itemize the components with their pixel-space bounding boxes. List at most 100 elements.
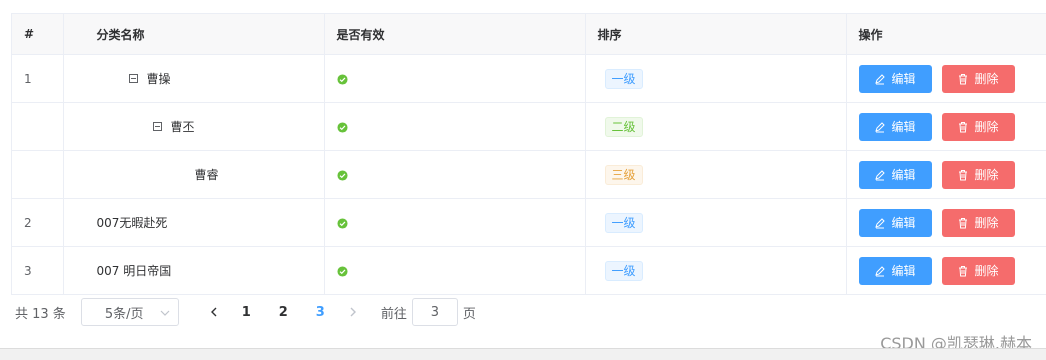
header-valid: 是否有效 bbox=[324, 14, 586, 55]
check-circle-icon bbox=[336, 169, 348, 181]
delete-button-label: 删除 bbox=[974, 168, 999, 182]
category-name-cell: 曹睿 bbox=[63, 150, 325, 199]
valid-cell bbox=[324, 150, 586, 199]
sort-cell: 一级 bbox=[585, 246, 847, 295]
page-size-value: 5条/页 bbox=[104, 306, 144, 322]
trash-icon bbox=[959, 73, 968, 84]
edit-icon bbox=[875, 73, 886, 84]
collapse-toggle-icon[interactable] bbox=[152, 122, 162, 131]
chevron-left-icon bbox=[210, 307, 217, 317]
level-tag: 一级 bbox=[604, 68, 643, 89]
edit-button-label: 编辑 bbox=[891, 168, 916, 182]
table-row: 2 007无暇赴死 一级 编辑 删除 bbox=[12, 198, 1046, 247]
goto-suffix: 页 bbox=[462, 306, 476, 322]
row-index: 1 bbox=[12, 54, 64, 103]
table-row: 曹丕 二级 编辑 删除 bbox=[12, 102, 1046, 151]
edit-button-label: 编辑 bbox=[891, 120, 916, 134]
row-index: 2 bbox=[12, 198, 64, 247]
delete-button-label: 删除 bbox=[974, 72, 999, 86]
delete-button-label: 删除 bbox=[974, 216, 999, 230]
horizontal-scrollbar[interactable] bbox=[0, 348, 1046, 360]
chevron-right-icon bbox=[350, 307, 356, 317]
edit-button[interactable]: 编辑 bbox=[858, 64, 932, 93]
delete-button[interactable]: 删除 bbox=[941, 160, 1015, 189]
page-jumper: 前往 页 bbox=[381, 298, 476, 326]
category-name: 007无暇赴死 bbox=[96, 216, 168, 230]
goto-prefix: 前往 bbox=[380, 306, 407, 322]
delete-button[interactable]: 删除 bbox=[941, 64, 1015, 93]
actions-cell: 编辑 删除 bbox=[846, 102, 1046, 151]
goto-page-input[interactable] bbox=[411, 298, 458, 326]
table-row: 1 曹操 一级 编辑 删除 bbox=[12, 54, 1046, 103]
valid-cell bbox=[324, 54, 586, 103]
check-circle-icon bbox=[336, 121, 348, 133]
edit-button[interactable]: 编辑 bbox=[858, 160, 932, 189]
trash-icon bbox=[959, 217, 968, 228]
sort-cell: 二级 bbox=[585, 102, 847, 151]
edit-button[interactable]: 编辑 bbox=[858, 208, 932, 237]
check-circle-icon bbox=[336, 73, 348, 85]
page-number-2[interactable]: 2 bbox=[265, 298, 302, 326]
header-actions: 操作 bbox=[846, 14, 1046, 55]
actions-cell: 编辑 删除 bbox=[846, 150, 1046, 199]
table-row: 曹睿 三级 编辑 删除 bbox=[12, 150, 1046, 199]
edit-button[interactable]: 编辑 bbox=[858, 256, 932, 285]
delete-button-label: 删除 bbox=[974, 264, 999, 278]
edit-button[interactable]: 编辑 bbox=[858, 112, 932, 141]
delete-button[interactable]: 删除 bbox=[941, 256, 1015, 285]
level-tag: 一级 bbox=[604, 212, 643, 233]
delete-button-label: 删除 bbox=[974, 120, 999, 134]
category-name: 曹操 bbox=[146, 72, 171, 86]
collapse-toggle-icon[interactable] bbox=[128, 74, 138, 83]
delete-button[interactable]: 删除 bbox=[941, 208, 1015, 237]
check-circle-icon bbox=[336, 265, 348, 277]
valid-cell bbox=[324, 198, 586, 247]
actions-cell: 编辑 删除 bbox=[846, 54, 1046, 103]
page-number-1[interactable]: 1 bbox=[228, 298, 265, 326]
level-tag: 二级 bbox=[604, 116, 643, 137]
edit-button-label: 编辑 bbox=[891, 216, 916, 230]
category-table: # 分类名称 是否有效 排序 操作 1 曹操 一级 编辑 删除 曹丕 二级 编辑 删除 曹睿 三级编… bbox=[11, 13, 1046, 295]
delete-button[interactable]: 删除 bbox=[941, 112, 1015, 141]
pagination-total: 共 13 条 bbox=[15, 306, 66, 322]
row-index bbox=[12, 102, 64, 151]
category-name-cell: 曹操 bbox=[63, 54, 325, 103]
page-size-select[interactable]: 5条/页 bbox=[80, 298, 179, 326]
pagination: 共 13 条 5条/页 123 前往 页 bbox=[15, 298, 476, 326]
page-number-3[interactable]: 3 bbox=[302, 298, 339, 326]
sort-cell: 一级 bbox=[585, 198, 847, 247]
sort-cell: 一级 bbox=[585, 54, 847, 103]
row-index bbox=[12, 150, 64, 199]
category-name-cell: 007 明日帝国 bbox=[63, 246, 325, 295]
edit-button-label: 编辑 bbox=[891, 72, 916, 86]
trash-icon bbox=[959, 265, 968, 276]
edit-icon bbox=[875, 169, 886, 180]
chevron-down-icon bbox=[160, 310, 170, 316]
header-category-name: 分类名称 bbox=[63, 14, 325, 55]
trash-icon bbox=[959, 169, 968, 180]
category-name: 007 明日帝国 bbox=[96, 264, 172, 278]
page-number-list: 123 bbox=[228, 298, 339, 326]
row-index: 3 bbox=[12, 246, 64, 295]
category-name: 曹睿 bbox=[194, 168, 219, 182]
table-row: 3 007 明日帝国 一级 编辑 删除 bbox=[12, 246, 1046, 295]
valid-cell bbox=[324, 246, 586, 295]
category-name: 曹丕 bbox=[170, 120, 195, 134]
prev-page-button[interactable] bbox=[200, 298, 228, 326]
actions-cell: 编辑 删除 bbox=[846, 198, 1046, 247]
category-name-cell: 曹丕 bbox=[63, 102, 325, 151]
level-tag: 三级 bbox=[604, 164, 643, 185]
edit-button-label: 编辑 bbox=[891, 264, 916, 278]
trash-icon bbox=[959, 121, 968, 132]
category-name-cell: 007无暇赴死 bbox=[63, 198, 325, 247]
edit-icon bbox=[875, 217, 886, 228]
table-header-row: # 分类名称 是否有效 排序 操作 bbox=[12, 14, 1046, 55]
check-circle-icon bbox=[336, 217, 348, 229]
edit-icon bbox=[875, 121, 886, 132]
header-sort: 排序 bbox=[585, 14, 847, 55]
next-page-button[interactable] bbox=[339, 298, 367, 326]
edit-icon bbox=[875, 265, 886, 276]
level-tag: 一级 bbox=[604, 260, 643, 281]
header-index: # bbox=[12, 14, 64, 55]
actions-cell: 编辑 删除 bbox=[846, 246, 1046, 295]
